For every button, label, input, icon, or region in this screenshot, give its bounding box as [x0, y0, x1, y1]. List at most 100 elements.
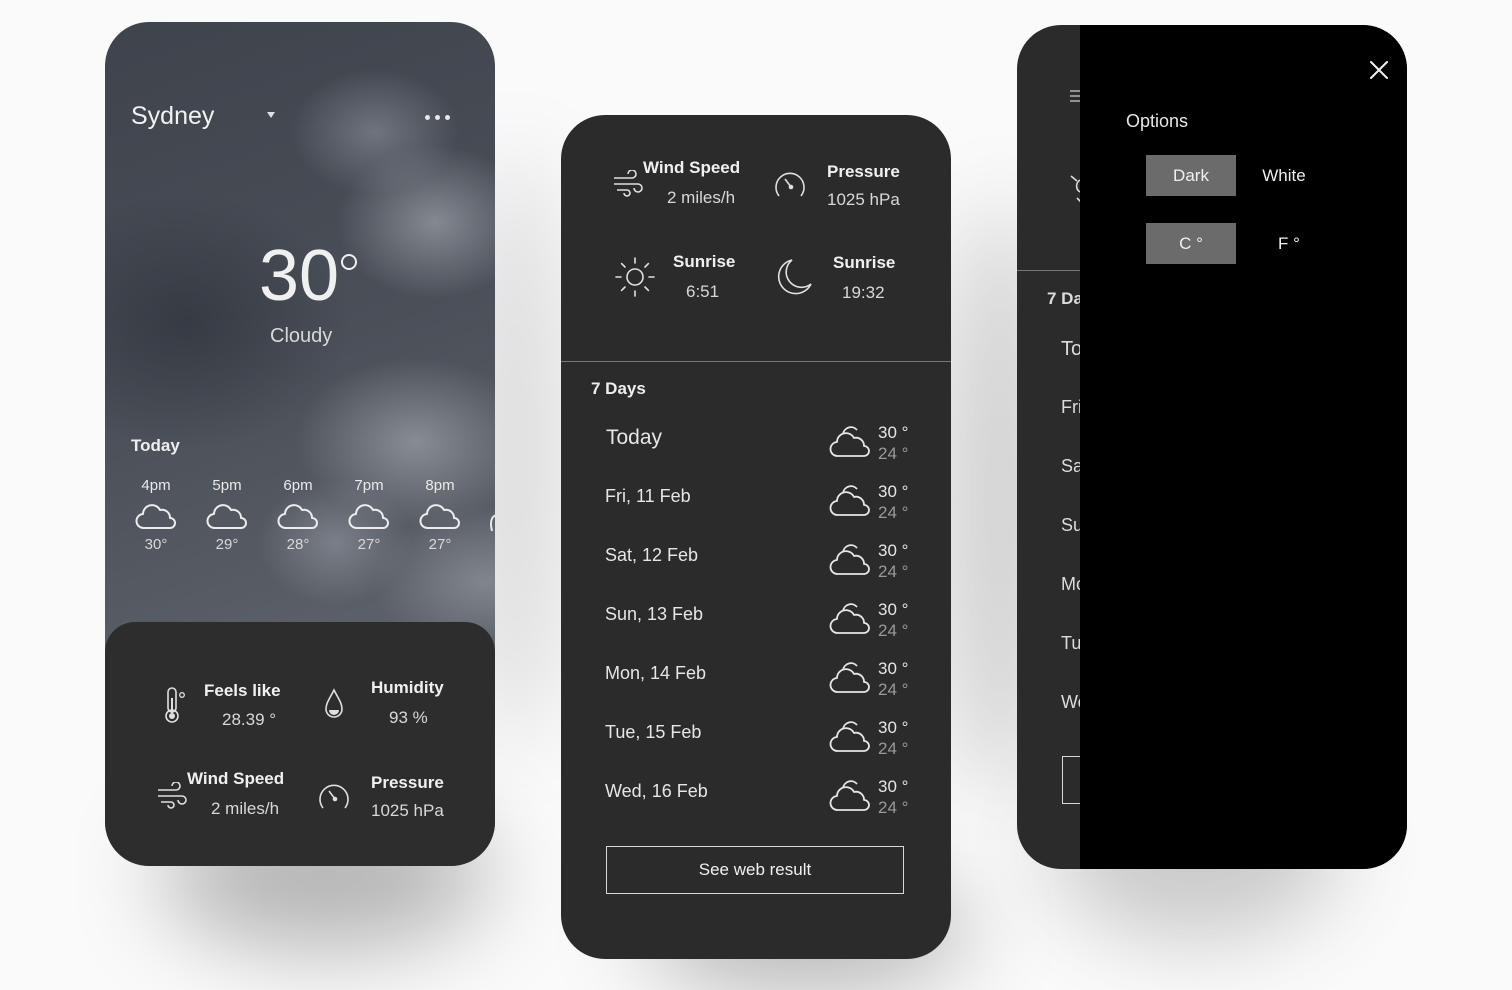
wind-icon	[614, 170, 643, 197]
details-panel: Feels like 28.39 ° Humidity 93 % Wind Sp…	[105, 622, 495, 866]
hour-time: 7pm	[354, 477, 384, 494]
day-high-temp: 30 °	[878, 541, 909, 560]
sunrise-label: Sunrise	[673, 252, 736, 271]
caret-down-icon[interactable]	[267, 112, 275, 118]
sunrise-value: 6:51	[686, 282, 720, 301]
day-name: Fri, 11 Feb	[605, 486, 691, 506]
cloud-icon	[348, 504, 389, 529]
more-icon[interactable]	[425, 115, 450, 120]
hour-temp: 27°	[428, 536, 452, 553]
day-low-temp: 24 °	[878, 798, 909, 817]
hourly-item: 7pm 27°	[339, 477, 399, 553]
day-name: Today	[606, 426, 663, 449]
day-name: To	[1061, 338, 1083, 360]
seven-days-title: 7 Da	[1047, 289, 1083, 308]
day-row[interactable]: Tue, 15 Feb 30 ° 24 °	[561, 718, 951, 777]
current-condition: Cloudy	[270, 325, 333, 347]
seven-days-title: 7 Days	[591, 379, 646, 398]
day-low-temp: 24 °	[878, 562, 909, 581]
day-name: Fri	[1061, 397, 1082, 417]
cloud-icon	[829, 603, 870, 634]
weather-details-screen: Wind Speed 2 miles/h Pressure 1025 hPa S…	[561, 115, 951, 959]
see-web-result-button[interactable]: See web result	[606, 846, 904, 894]
day-low-temp: 24 °	[878, 444, 909, 463]
day-row[interactable]: Sun, 13 Feb 30 ° 24 °	[561, 600, 951, 659]
day-name: Sat, 12 Feb	[605, 545, 699, 565]
sunset-value: 19:32	[842, 283, 885, 302]
cloud-icon	[829, 662, 870, 693]
unit-fahrenheit-button[interactable]: F °	[1244, 223, 1334, 264]
cloud-icon	[135, 504, 176, 529]
theme-dark-button[interactable]: Dark	[1146, 155, 1236, 196]
day-name: Mon, 14 Feb	[605, 663, 707, 683]
hour-time: 8pm	[425, 477, 455, 494]
cloud-icon	[419, 504, 460, 529]
wind-speed-label: Wind Speed	[643, 158, 741, 177]
hourly-item: 6pm 28°	[268, 477, 328, 553]
unit-celsius-button[interactable]: C °	[1146, 223, 1236, 264]
day-name: Sun, 13 Feb	[605, 604, 704, 624]
day-high-temp: 30 °	[878, 423, 909, 442]
weather-main-screen: Sydney 30 Cloudy Today 4pm 30° 5pm 29° 6pm…	[105, 22, 495, 866]
hour-temp: 29°	[215, 536, 239, 553]
day-row[interactable]: Wed, 16 Feb 30 ° 24 °	[561, 777, 951, 836]
gauge-icon	[775, 172, 805, 197]
day-name: Tue, 15 Feb	[605, 722, 702, 742]
see-web-result-button[interactable]	[1062, 756, 1080, 804]
hour-temp: 30°	[144, 536, 168, 553]
day-high-temp: 30 °	[878, 659, 909, 678]
hourly-item: 8pm 27°	[410, 477, 470, 553]
day-low-temp: 24 °	[878, 503, 909, 522]
wind-speed-value: 2 miles/h	[667, 188, 736, 207]
close-icon[interactable]	[1370, 61, 1388, 79]
sunset-label: Sunrise	[833, 253, 896, 272]
cloud-icon	[277, 504, 318, 529]
city-selector[interactable]: Sydney	[131, 102, 214, 131]
day-low-temp: 24 °	[878, 680, 909, 699]
day-name: Tu	[1061, 633, 1082, 653]
cloud-icon	[490, 514, 495, 532]
gauge-icon	[319, 784, 349, 809]
cloud-icon	[829, 485, 870, 516]
feels-like-value: 28.39 °	[222, 710, 277, 729]
humidity-value: 93 %	[389, 708, 428, 727]
options-title: Options	[1126, 111, 1189, 131]
day-low-temp: 24 °	[878, 621, 909, 640]
theme-white-button[interactable]: White	[1239, 155, 1329, 196]
degree-symbol	[341, 254, 357, 270]
day-row[interactable]: Mon, 14 Feb 30 ° 24 °	[561, 659, 951, 718]
drop-icon	[325, 688, 343, 718]
pressure-label: Pressure	[371, 773, 444, 792]
pressure-label: Pressure	[827, 162, 900, 181]
hour-time: 4pm	[141, 477, 171, 494]
wind-speed-label: Wind Speed	[187, 769, 285, 788]
day-low-temp: 24 °	[878, 739, 909, 758]
section-divider	[1017, 270, 1080, 271]
day-high-temp: 30 °	[878, 777, 909, 796]
moon-icon	[777, 259, 812, 295]
day-high-temp: 30 °	[878, 482, 909, 501]
hourly-item: 4pm 30°	[126, 477, 186, 553]
cloud-icon	[829, 780, 870, 811]
humidity-label: Humidity	[371, 678, 444, 697]
thermometer-icon	[165, 687, 185, 723]
hourly-item: 5pm 29°	[197, 477, 257, 553]
day-high-temp: 30 °	[878, 600, 909, 619]
sun-icon	[615, 257, 655, 297]
hour-time: 6pm	[283, 477, 313, 494]
day-high-temp: 30 °	[878, 718, 909, 737]
day-name: Wed, 16 Feb	[605, 781, 708, 801]
day-row[interactable]: Sat, 12 Feb 30 ° 24 °	[561, 541, 951, 600]
cloud-icon	[829, 426, 870, 457]
hour-temp: 28°	[286, 536, 310, 553]
section-divider	[561, 361, 951, 362]
day-row[interactable]: Fri, 11 Feb 30 ° 24 °	[561, 482, 951, 541]
pressure-value: 1025 hPa	[827, 190, 900, 209]
cloud-icon	[829, 544, 870, 575]
menu-icon[interactable]	[1070, 90, 1080, 102]
pressure-value: 1025 hPa	[371, 801, 444, 820]
day-row[interactable]: Today 30 ° 24 °	[561, 423, 951, 482]
wind-speed-value: 2 miles/h	[211, 799, 280, 818]
options-screen: 7 Da To Fri Sa Su Mo Tu We Options Dark White …	[1017, 25, 1407, 869]
options-drawer: Options Dark White C ° F °	[1080, 25, 1407, 869]
